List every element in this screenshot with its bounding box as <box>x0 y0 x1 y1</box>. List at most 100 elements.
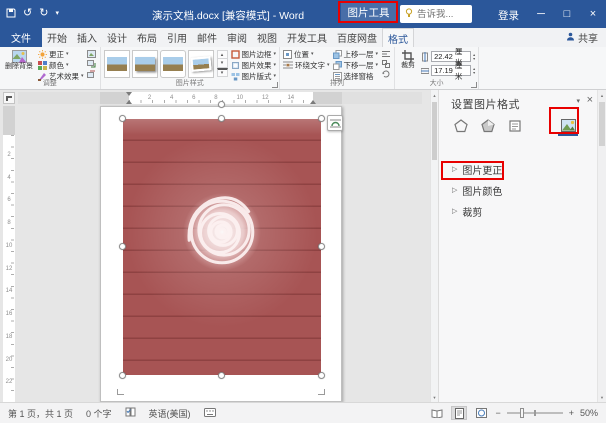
gallery-more-icon[interactable]: ▾ <box>216 68 228 77</box>
spin-down-icon[interactable]: ▾ <box>473 70 475 75</box>
redo-icon[interactable]: ↻ <box>39 7 48 19</box>
remove-background-button[interactable]: 删除背景 <box>3 49 35 78</box>
zoom-out-button[interactable]: − <box>495 408 500 418</box>
rotate-handle[interactable] <box>218 101 225 108</box>
scroll-down-icon[interactable]: ▼ <box>431 392 438 402</box>
tab-home[interactable]: 开始 <box>42 28 72 47</box>
change-picture-icon[interactable] <box>87 59 97 68</box>
send-backward-button[interactable]: 下移一层 ▾ <box>332 60 378 70</box>
layout-options-button[interactable] <box>327 115 343 131</box>
position-button[interactable]: 位置 ▾ <box>283 49 330 59</box>
tab-layout[interactable]: 布局 <box>132 28 162 47</box>
spellcheck-icon[interactable] <box>125 407 136 419</box>
resize-handle[interactable] <box>119 243 126 250</box>
section-picture-corrections[interactable]: ▷ 图片更正 <box>452 162 502 177</box>
height-spinner[interactable]: ▴ ▾ <box>473 52 475 61</box>
tab-developer[interactable]: 开发工具 <box>282 28 332 47</box>
layout-properties-icon[interactable] <box>505 116 525 136</box>
language-indicator[interactable]: 英语(美国) <box>149 407 191 420</box>
tab-file[interactable]: 文件 <box>0 28 42 47</box>
resize-handle[interactable] <box>318 115 325 122</box>
color-button[interactable]: 颜色 ▾ <box>38 60 84 70</box>
undo-icon[interactable]: ↺ <box>23 7 32 19</box>
picture-style-option[interactable] <box>103 50 130 78</box>
compress-picture-icon[interactable] <box>87 49 97 58</box>
width-input[interactable]: 17.19 厘米 <box>431 61 472 81</box>
effects-icon[interactable] <box>478 116 498 136</box>
scroll-up-icon[interactable]: ▲ <box>431 90 438 100</box>
section-picture-color[interactable]: ▷ 图片颜色 <box>452 183 502 198</box>
section-crop[interactable]: ▷ 裁剪 <box>452 204 482 219</box>
resize-handle[interactable] <box>119 115 126 122</box>
zoom-slider[interactable] <box>506 408 563 418</box>
fill-line-icon[interactable] <box>451 116 471 136</box>
pane-options-icon[interactable]: ▾ <box>576 97 580 105</box>
dialog-launcher-icon[interactable] <box>272 82 279 88</box>
group-objects-icon[interactable] <box>381 59 391 68</box>
page-indicator[interactable]: 第 1 页，共 1 页 <box>8 407 73 420</box>
tab-mailings[interactable]: 邮件 <box>192 28 222 47</box>
tab-format[interactable]: 格式 <box>382 28 414 47</box>
corrections-button[interactable]: 更正 ▾ <box>38 49 84 59</box>
read-mode-button[interactable] <box>429 406 445 420</box>
gallery-down-icon[interactable]: ▾ <box>216 59 228 68</box>
tab-references[interactable]: 引用 <box>162 28 192 47</box>
tab-stop-selector[interactable] <box>3 92 15 104</box>
resize-handle[interactable] <box>318 372 325 379</box>
align-icon[interactable] <box>381 49 391 58</box>
rotate-icon[interactable] <box>381 69 391 78</box>
share-button[interactable]: 共享 <box>558 28 606 47</box>
sign-in-button[interactable]: 登录 <box>498 8 519 23</box>
print-layout-button[interactable] <box>451 406 468 420</box>
pane-close-icon[interactable]: × <box>587 94 593 106</box>
dialog-launcher-icon[interactable] <box>471 82 478 88</box>
document-page[interactable] <box>100 101 343 402</box>
maximize-button[interactable]: □ <box>554 0 580 28</box>
resize-handle[interactable] <box>218 115 225 122</box>
resize-handle[interactable] <box>318 243 325 250</box>
picture-style-option[interactable] <box>159 50 186 78</box>
scrollbar-thumb[interactable] <box>432 102 437 160</box>
zoom-level[interactable]: 50% <box>580 408 598 418</box>
picture-style-option[interactable] <box>187 50 214 78</box>
picture-icon[interactable] <box>558 116 578 136</box>
close-button[interactable]: × <box>580 0 606 28</box>
tab-view[interactable]: 视图 <box>252 28 282 47</box>
first-line-indent-marker[interactable] <box>126 92 132 96</box>
width-spinner[interactable]: ▴ ▾ <box>473 66 475 75</box>
crop-button[interactable]: 裁剪 <box>398 49 418 78</box>
tab-review[interactable]: 审阅 <box>222 28 252 47</box>
tab-baidu-netdisk[interactable]: 百度网盘 <box>332 28 382 47</box>
spin-down-icon[interactable]: ▾ <box>473 56 475 61</box>
save-icon[interactable] <box>6 8 16 18</box>
scrollbar-thumb[interactable] <box>599 102 605 146</box>
gallery-up-icon[interactable]: ▴ <box>216 50 228 59</box>
left-indent-marker[interactable] <box>126 100 132 104</box>
picture-border-button[interactable]: 图片边框 ▾ <box>230 49 276 59</box>
scroll-down-icon[interactable]: ▼ <box>598 392 606 402</box>
reset-picture-icon[interactable] <box>87 69 97 78</box>
picture-style-option[interactable] <box>131 50 158 78</box>
web-layout-button[interactable] <box>473 406 489 420</box>
tab-design[interactable]: 设计 <box>102 28 132 47</box>
selected-picture[interactable] <box>119 101 325 379</box>
minimize-button[interactable]: ─ <box>528 0 554 28</box>
input-method-icon[interactable] <box>203 407 216 419</box>
resize-handle[interactable] <box>119 372 126 379</box>
tab-insert[interactable]: 插入 <box>72 28 102 47</box>
wrap-text-button[interactable]: 环绕文字 ▾ <box>283 60 330 70</box>
scroll-up-icon[interactable]: ▲ <box>598 90 606 100</box>
picture-effects-button[interactable]: 图片效果 ▾ <box>231 60 276 70</box>
bring-forward-button[interactable]: 上移一层 ▾ <box>332 49 378 59</box>
zoom-in-button[interactable]: + <box>569 408 574 418</box>
word-count[interactable]: 0 个字 <box>86 407 112 420</box>
right-indent-marker[interactable] <box>310 100 316 104</box>
document-scrollbar[interactable]: ▲ ▼ <box>430 90 438 402</box>
vertical-ruler[interactable]: 2 4 6 8 10 12 14 16 18 20 22 <box>3 106 15 402</box>
resize-handle[interactable] <box>218 372 225 379</box>
zoom-slider-thumb[interactable] <box>519 408 524 418</box>
tell-me-input[interactable] <box>417 8 465 20</box>
tell-me-box[interactable] <box>400 5 472 23</box>
qat-customize-icon[interactable]: ▾ <box>55 10 59 17</box>
pane-scrollbar[interactable]: ▲ ▼ <box>597 90 606 402</box>
